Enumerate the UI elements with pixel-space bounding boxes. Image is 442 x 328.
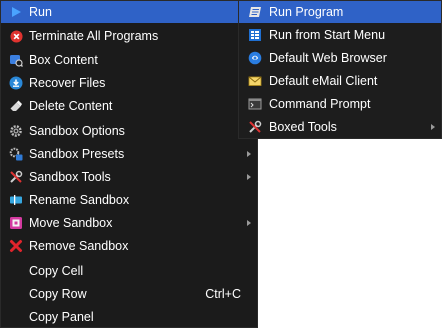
menu-item-label: Run Program (269, 5, 344, 19)
menu-item-label: Default eMail Client (269, 74, 378, 88)
submenu-item-run-program[interactable]: Run Program (239, 1, 441, 23)
tools-icon (9, 170, 23, 184)
presets-icon (9, 147, 23, 161)
menu-item-run[interactable]: Run (1, 1, 257, 23)
menu-item-label: Copy Cell (29, 264, 84, 278)
menu-item-label: Boxed Tools (269, 120, 337, 134)
terminate-icon (9, 29, 23, 43)
menu-item-copy-cell[interactable]: Copy Cell (1, 260, 257, 282)
submenu-item-command-prompt[interactable]: Command Prompt (239, 93, 441, 115)
menu-item-label: Sandbox Tools (29, 170, 111, 184)
menu-item-label: Delete Content (29, 99, 113, 113)
menu-item-remove-sandbox[interactable]: Remove Sandbox (1, 235, 257, 257)
submenu-item-default-web-browser[interactable]: Default Web Browser (239, 47, 441, 69)
menu-item-copy-row[interactable]: Copy Row Ctrl+C (1, 283, 257, 305)
menu-item-label: Copy Panel (29, 310, 94, 324)
menu-item-recover-files[interactable]: Recover Files (1, 72, 257, 94)
email-icon (248, 74, 262, 88)
move-icon (9, 216, 23, 230)
menu-item-sandbox-tools[interactable]: Sandbox Tools (1, 166, 257, 188)
shortcut-text: Ctrl+C (205, 287, 241, 301)
menu-item-box-content[interactable]: Box Content (1, 49, 257, 71)
recover-icon (9, 76, 23, 90)
gear-icon (9, 124, 23, 138)
browser-icon (248, 51, 262, 65)
menu-item-label: Box Content (29, 53, 98, 67)
menu-item-rename-sandbox[interactable]: Rename Sandbox (1, 189, 257, 211)
menu-item-copy-panel[interactable]: Copy Panel (1, 306, 257, 328)
box-content-icon (9, 53, 23, 67)
separator (1, 118, 257, 119)
menu-item-terminate-all-programs[interactable]: Terminate All Programs (1, 25, 257, 47)
menu-item-delete-content[interactable]: Delete Content (1, 95, 257, 117)
run-program-icon (248, 5, 262, 19)
menu-item-sandbox-options[interactable]: Sandbox Options (1, 120, 257, 142)
menu-item-label: Default Web Browser (269, 51, 387, 65)
submenu-item-default-email-client[interactable]: Default eMail Client (239, 70, 441, 92)
menu-item-label: Copy Row (29, 287, 87, 301)
menu-item-label: Terminate All Programs (29, 29, 159, 43)
submenu-arrow-icon (247, 174, 251, 180)
menu-item-label: Sandbox Presets (29, 147, 125, 161)
menu-item-label: Move Sandbox (29, 216, 113, 230)
rename-icon (9, 193, 23, 207)
sandbox-context-menu: Run Terminate All Programs Box Content R… (0, 0, 258, 328)
submenu-item-run-from-start-menu[interactable]: Run from Start Menu (239, 24, 441, 46)
menu-item-sandbox-presets[interactable]: Sandbox Presets (1, 143, 257, 165)
menu-item-label: Sandbox Options (29, 124, 125, 138)
run-submenu: Run Program Run from Start Menu Default … (238, 0, 442, 139)
menu-item-label: Run (29, 5, 52, 19)
menu-item-move-sandbox[interactable]: Move Sandbox (1, 212, 257, 234)
command-prompt-icon (248, 97, 262, 111)
remove-icon (9, 239, 23, 253)
submenu-item-boxed-tools[interactable]: Boxed Tools (239, 116, 441, 138)
start-menu-icon (248, 28, 262, 42)
submenu-arrow-icon (431, 124, 435, 130)
submenu-arrow-icon (247, 220, 251, 226)
tools-icon (248, 120, 262, 134)
menu-item-label: Rename Sandbox (29, 193, 130, 207)
submenu-arrow-icon (247, 151, 251, 157)
play-icon (9, 5, 23, 19)
menu-item-label: Command Prompt (269, 97, 371, 111)
eraser-icon (9, 99, 23, 113)
separator (1, 258, 257, 259)
menu-item-label: Recover Files (29, 76, 106, 90)
menu-item-label: Remove Sandbox (29, 239, 129, 253)
menu-item-label: Run from Start Menu (269, 28, 386, 42)
